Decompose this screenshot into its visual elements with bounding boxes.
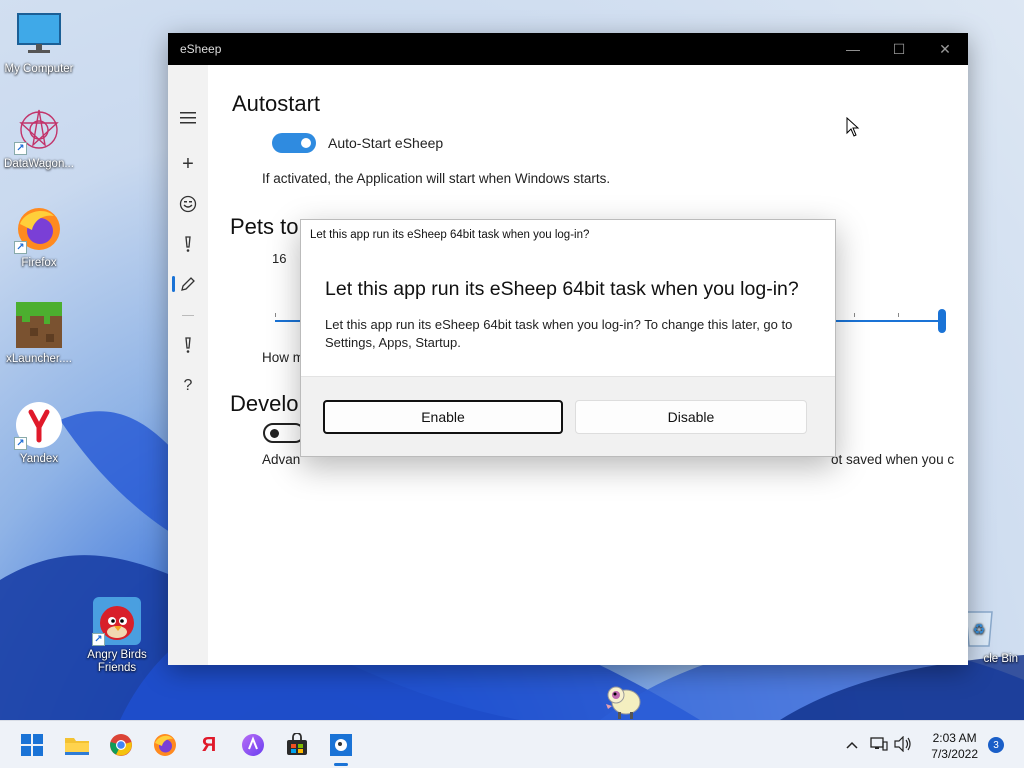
startup-permission-dialog: Let this app run its eSheep 64bit task w…: [300, 219, 836, 457]
autostart-toggle[interactable]: [272, 133, 316, 153]
minimize-button[interactable]: —: [830, 33, 876, 65]
desktop-icon-firefox[interactable]: ↗ Firefox: [0, 204, 78, 270]
monitor-icon: [14, 10, 64, 60]
windows-start-icon[interactable]: [17, 730, 47, 760]
show-hidden-icons-chevron-icon[interactable]: [846, 736, 858, 754]
notification-badge[interactable]: 3: [988, 737, 1004, 753]
exclamation-icon[interactable]: [168, 229, 208, 259]
hamburger-menu-icon[interactable]: [168, 103, 208, 133]
yandex-browser-icon[interactable]: Я: [194, 730, 224, 760]
svg-text:♻: ♻: [973, 621, 986, 637]
desktop-icon-label: xLauncher....: [6, 353, 72, 365]
shortcut-arrow-icon: ↗: [92, 633, 105, 646]
slider-tick: [854, 313, 855, 317]
autostart-title: Autostart: [232, 91, 321, 116]
yandex-icon: ↗: [14, 400, 64, 450]
chrome-icon[interactable]: [106, 730, 136, 760]
disable-button[interactable]: Disable: [575, 400, 807, 434]
firefox-icon[interactable]: [150, 730, 180, 760]
desktop-icon-label: Yandex: [19, 453, 59, 465]
file-explorer-icon[interactable]: [62, 730, 92, 760]
desktop-icon-label: Angry Birds Friends: [87, 649, 147, 674]
shortcut-arrow-icon: ↗: [14, 241, 27, 254]
desktop-icon-label: My Computer: [4, 63, 74, 75]
pets-slider-thumb[interactable]: [938, 309, 946, 333]
sheep-pet-icon[interactable]: [600, 682, 644, 720]
desktop-icon-angry-birds[interactable]: ↗ Angry Birds Friends: [78, 596, 156, 675]
mouse-cursor-icon: [846, 117, 860, 137]
clock-time: 2:03 AM: [932, 731, 977, 745]
developer-description-right: ot saved when you c: [831, 452, 955, 467]
window-titlebar[interactable]: eSheep — ☐ ✕: [168, 33, 968, 65]
desktop-icon-datawagon[interactable]: ↗ DataWagon...: [0, 105, 78, 171]
dialog-footer: Enable Disable: [301, 376, 835, 456]
pets-description: How m: [262, 350, 305, 365]
window-title: eSheep: [180, 42, 222, 56]
nav-sidebar: + ?: [168, 65, 208, 665]
minecraft-icon: [14, 300, 64, 350]
taskbar: Я 2:03 AM 7/3/2022 3: [0, 720, 1024, 768]
autostart-toggle-label: Auto-Start eSheep: [328, 135, 444, 151]
alice-icon[interactable]: [238, 730, 268, 760]
shortcut-arrow-icon: ↗: [14, 437, 27, 450]
help-icon[interactable]: ?: [168, 371, 208, 401]
pencil-icon[interactable]: [168, 269, 208, 299]
dialog-heading: Let this app run its eSheep 64bit task w…: [325, 278, 799, 300]
pets-slider-track-right[interactable]: [836, 320, 942, 322]
pets-count-value: 16: [272, 251, 287, 266]
bulb-icon[interactable]: [168, 330, 208, 360]
developer-description-left: Advan: [262, 452, 301, 467]
pets-title: Pets to: [230, 214, 298, 240]
autostart-description: If activated, the Application will start…: [262, 171, 611, 186]
desktop-icon-xlauncher[interactable]: xLauncher....: [0, 300, 78, 366]
clock-date: 7/3/2022: [931, 747, 978, 761]
pets-title-visible: Pets to: [230, 214, 299, 239]
angry-birds-icon: ↗: [92, 596, 142, 646]
desktop-icon-my-computer[interactable]: My Computer: [0, 10, 78, 76]
close-button[interactable]: ✕: [922, 33, 968, 65]
developer-title: Develo: [230, 391, 299, 416]
datawagon-icon: ↗: [14, 105, 64, 155]
network-icon[interactable]: [870, 736, 888, 757]
enable-button[interactable]: Enable: [323, 400, 563, 434]
volume-icon[interactable]: [894, 735, 912, 757]
shortcut-arrow-icon: ↗: [14, 142, 27, 155]
desktop-icon-label: DataWagon...: [4, 158, 74, 170]
dialog-body: Let this app run its eSheep 64bit task w…: [325, 317, 793, 350]
sidebar-divider: [182, 315, 194, 316]
desktop-icon-label: Firefox: [21, 257, 57, 269]
desktop-icon-yandex[interactable]: ↗ Yandex: [0, 400, 78, 466]
smiley-icon[interactable]: [168, 189, 208, 219]
dialog-title: Let this app run its eSheep 64bit task w…: [310, 229, 590, 241]
developer-toggle[interactable]: [263, 423, 305, 443]
esheep-icon[interactable]: [326, 730, 356, 766]
slider-tick: [275, 313, 276, 317]
add-icon[interactable]: +: [168, 149, 208, 179]
system-clock[interactable]: 2:03 AM 7/3/2022: [931, 730, 978, 762]
store-icon[interactable]: [282, 730, 312, 760]
slider-tick: [898, 313, 899, 317]
maximize-button[interactable]: ☐: [876, 33, 922, 65]
firefox-icon: ↗: [14, 204, 64, 254]
